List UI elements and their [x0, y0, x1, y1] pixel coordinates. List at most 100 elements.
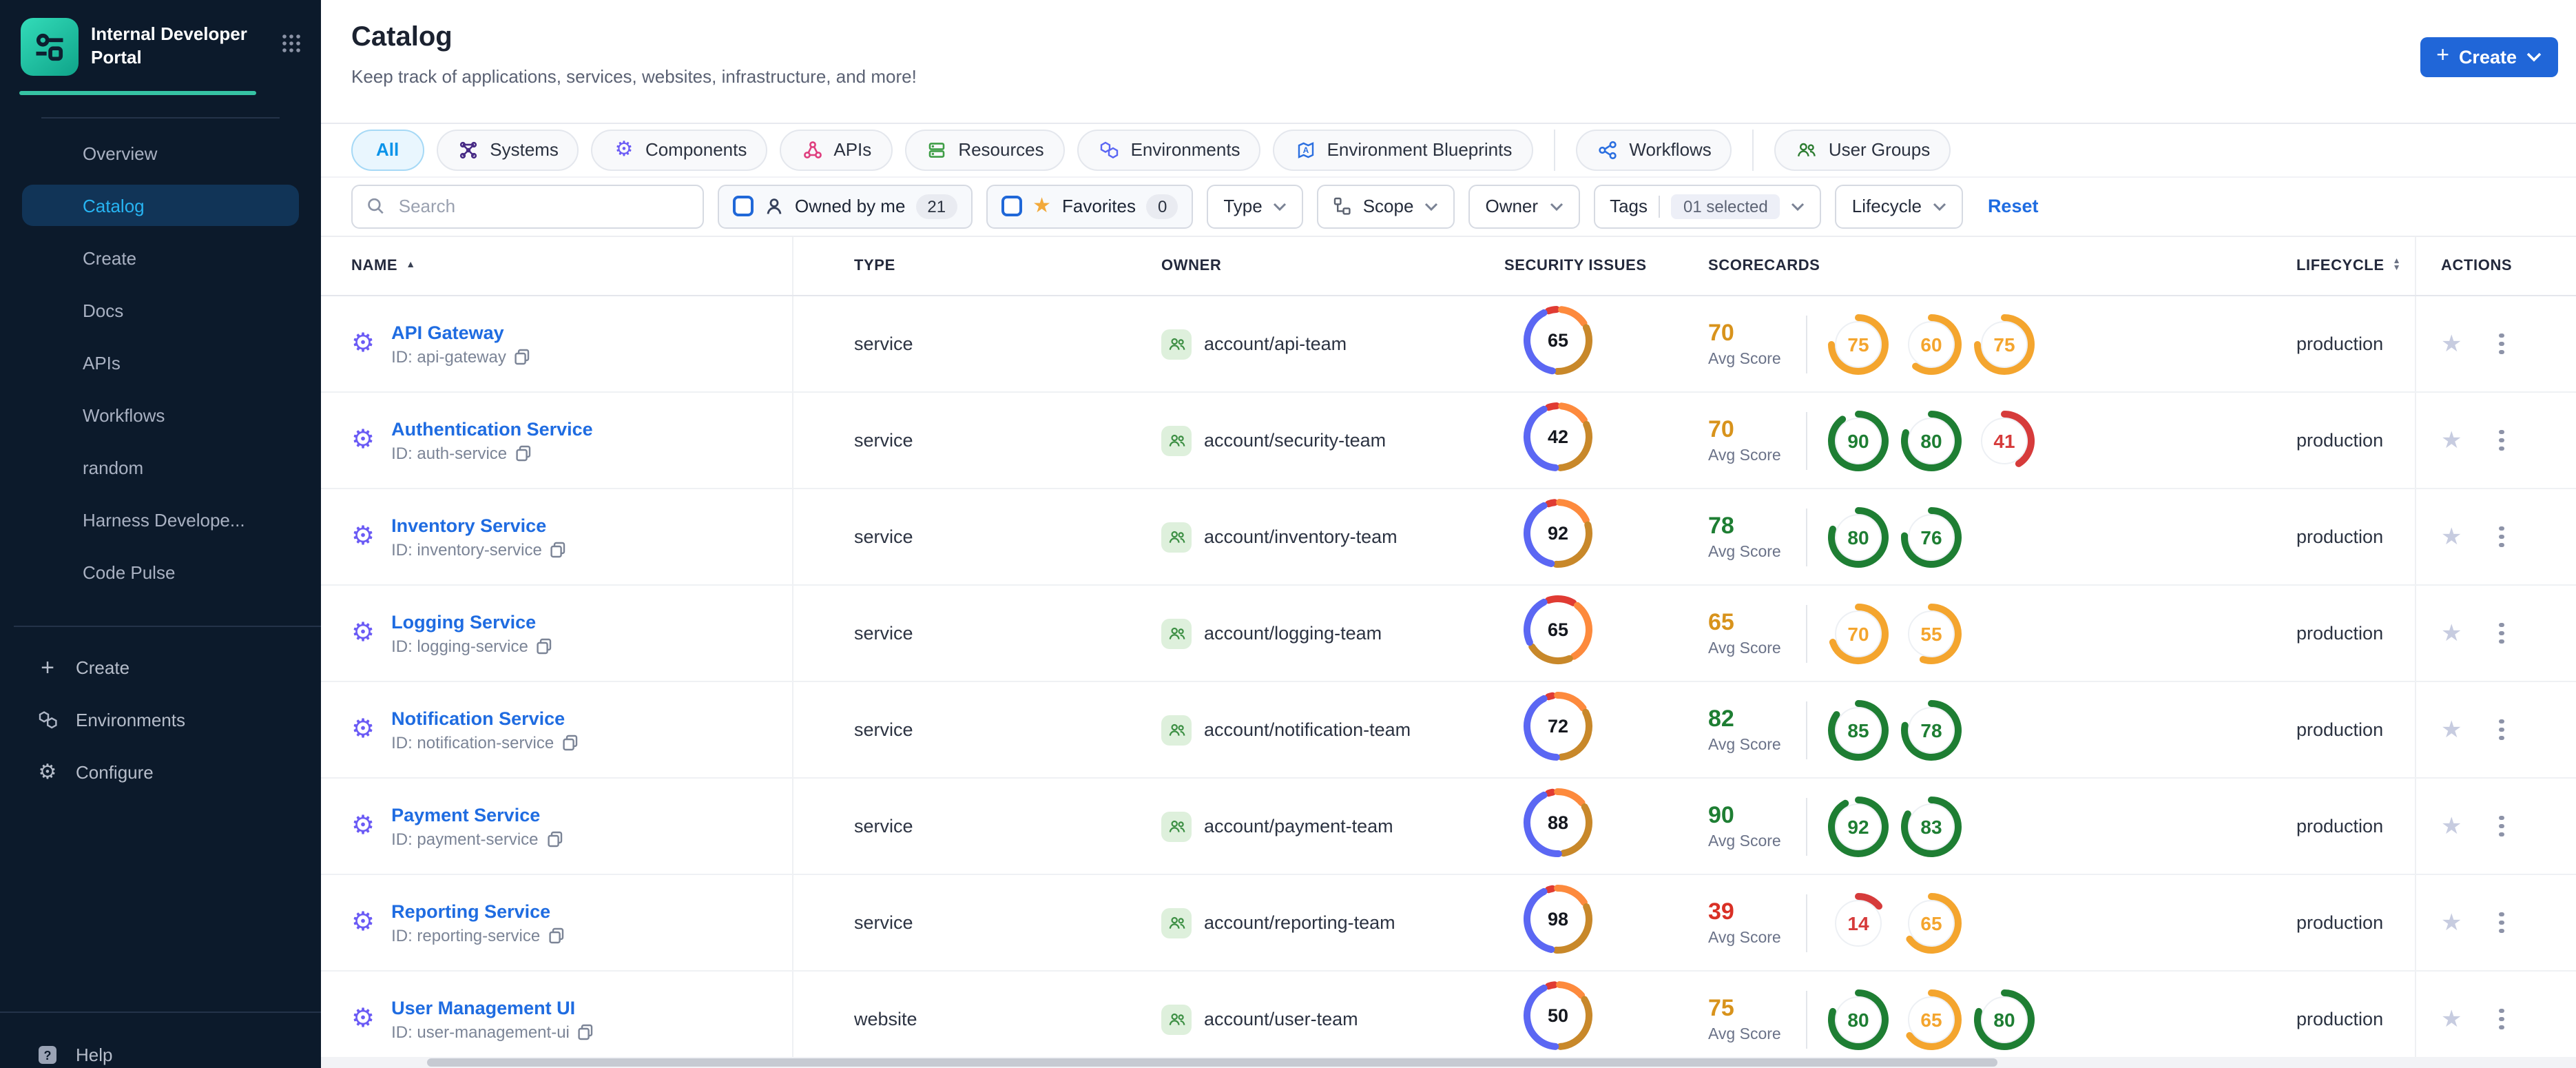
favorite-star-icon[interactable]: ★	[2441, 718, 2462, 741]
kebab-menu-icon[interactable]	[2495, 426, 2509, 455]
owner-name[interactable]: account/logging-team	[1204, 623, 1382, 644]
sidebar-item-docs[interactable]: Docs	[22, 289, 299, 331]
owner-name[interactable]: account/user-team	[1204, 1009, 1358, 1029]
component-gear-icon: ⚙	[351, 426, 375, 455]
entity-name-link[interactable]: Authentication Service	[391, 418, 593, 439]
tab-environment-blueprints[interactable]: A Environment Blueprints	[1273, 129, 1533, 171]
sidebar-item-random[interactable]: random	[22, 446, 299, 488]
entity-name-link[interactable]: Reporting Service	[391, 901, 565, 921]
scorecard-rings: 92 83	[1827, 794, 1963, 858]
tags-filter-dropdown[interactable]: Tags 01 selected	[1593, 184, 1822, 229]
favorite-star-icon[interactable]: ★	[2441, 1007, 2462, 1031]
column-header-lifecycle[interactable]: LIFECYCLE ▲ ▼	[2296, 258, 2415, 274]
favorite-star-icon[interactable]: ★	[2441, 911, 2462, 934]
tab-resources[interactable]: Resources	[904, 129, 1065, 171]
owner-cell: account/api-team	[1161, 329, 1504, 359]
sidebar-item-create[interactable]: Create	[22, 237, 299, 278]
copy-icon[interactable]	[550, 541, 567, 557]
sidebar-item-configure[interactable]: ⚙ Configure	[0, 746, 321, 798]
tab-environments[interactable]: Environments	[1077, 129, 1261, 171]
name-cell: ⚙ Payment Service ID: payment-service	[321, 779, 793, 874]
favorite-star-icon[interactable]: ★	[2441, 622, 2462, 645]
horizontal-scrollbar[interactable]	[321, 1057, 2576, 1068]
sidebar-item-workflows[interactable]: Workflows	[22, 394, 299, 435]
svg-text:65: 65	[1548, 330, 1568, 351]
tab-workflows[interactable]: Workflows	[1575, 129, 1732, 171]
tab-components[interactable]: ⚙ Components	[591, 129, 768, 171]
hexagons-icon	[36, 709, 59, 730]
sidebar-item-overview[interactable]: Overview	[22, 132, 299, 174]
sidebar-item-environments[interactable]: Environments	[0, 693, 321, 746]
sidebar-item-apis[interactable]: APIs	[22, 342, 299, 383]
kebab-menu-icon[interactable]	[2495, 812, 2509, 841]
favorite-star-icon[interactable]: ★	[2441, 332, 2462, 356]
entity-name-link[interactable]: API Gateway	[391, 322, 531, 342]
copy-icon[interactable]	[562, 734, 579, 750]
owner-filter-dropdown[interactable]: Owner	[1468, 184, 1580, 229]
sidebar-item-catalog[interactable]: Catalog	[22, 185, 299, 226]
star-icon: ★	[1032, 194, 1052, 218]
column-header-name[interactable]: NAME ▲	[321, 236, 793, 295]
column-header-type: TYPE	[854, 257, 895, 274]
kebab-menu-icon[interactable]	[2495, 329, 2509, 359]
entity-name-link[interactable]: Payment Service	[391, 804, 563, 825]
apps-grid-icon[interactable]	[281, 33, 302, 61]
lifecycle-cell: production	[2296, 333, 2384, 354]
sort-asc-icon: ▲	[406, 260, 416, 271]
copy-icon[interactable]	[515, 444, 532, 461]
create-button[interactable]: + Create	[2420, 37, 2558, 77]
tab-apis[interactable]: APIs	[780, 129, 893, 171]
owner-name[interactable]: account/payment-team	[1204, 816, 1393, 836]
copy-icon[interactable]	[547, 830, 563, 847]
sidebar-item-create[interactable]: + Create	[0, 641, 321, 693]
owner-name[interactable]: account/security-team	[1204, 430, 1386, 451]
reset-filters-link[interactable]: Reset	[1988, 196, 2039, 217]
kebab-menu-icon[interactable]	[2495, 619, 2509, 648]
owner-name[interactable]: account/reporting-team	[1204, 912, 1395, 933]
copy-icon[interactable]	[537, 637, 553, 654]
resources-icon	[925, 141, 948, 160]
table-row: ⚙ Authentication Service ID: auth-servic…	[321, 393, 2576, 489]
sidebar-item-code-pulse[interactable]: Code Pulse	[22, 551, 299, 593]
owner-name[interactable]: account/inventory-team	[1204, 526, 1398, 547]
type-filter-dropdown[interactable]: Type	[1207, 184, 1304, 229]
app: Internal Developer Portal Overview Catal…	[0, 0, 2576, 1068]
kebab-menu-icon[interactable]	[2495, 522, 2509, 552]
name-cell: ⚙ Logging Service ID: logging-service	[321, 586, 793, 681]
svg-text:41: 41	[1993, 430, 2015, 451]
main-content: Catalog Keep track of applications, serv…	[321, 0, 2576, 1068]
sidebar-item-help[interactable]: ? Help	[0, 1011, 321, 1068]
entity-name-link[interactable]: User Management UI	[391, 997, 594, 1018]
tab-all[interactable]: All	[351, 129, 424, 171]
favorites-filter[interactable]: ★ Favorites 0	[986, 184, 1194, 229]
lifecycle-filter-dropdown[interactable]: Lifecycle	[1835, 184, 1963, 229]
entity-name-link[interactable]: Logging Service	[391, 611, 553, 632]
actions-cell: ★	[2415, 586, 2576, 681]
tab-user-groups[interactable]: User Groups	[1774, 129, 1951, 171]
kebab-menu-icon[interactable]	[2495, 715, 2509, 745]
favorite-star-icon[interactable]: ★	[2441, 525, 2462, 548]
scrollbar-thumb[interactable]	[427, 1058, 1997, 1067]
favorites-checkbox[interactable]	[1001, 196, 1022, 217]
owner-name[interactable]: account/notification-team	[1204, 719, 1411, 740]
copy-icon[interactable]	[548, 927, 565, 943]
sidebar-item-harness-develope[interactable]: Harness Develope...	[22, 499, 299, 540]
favorite-star-icon[interactable]: ★	[2441, 429, 2462, 452]
copy-icon[interactable]	[515, 348, 531, 364]
svg-text:80: 80	[1920, 430, 1942, 451]
security-issues-donut: 88	[1522, 787, 1594, 865]
security-issues-cell: 65	[1504, 594, 1708, 672]
scope-filter-dropdown[interactable]: Scope	[1317, 184, 1455, 229]
svg-text:A: A	[1302, 145, 1309, 155]
owned-by-me-checkbox[interactable]	[733, 196, 754, 217]
entity-name-link[interactable]: Notification Service	[391, 708, 579, 728]
kebab-menu-icon[interactable]	[2495, 908, 2509, 938]
owned-by-me-filter[interactable]: Owned by me 21	[718, 184, 973, 229]
favorite-star-icon[interactable]: ★	[2441, 814, 2462, 838]
copy-icon[interactable]	[578, 1023, 594, 1040]
tab-systems[interactable]: Systems	[436, 129, 579, 171]
search-input[interactable]	[395, 194, 689, 218]
kebab-menu-icon[interactable]	[2495, 1005, 2509, 1034]
owner-name[interactable]: account/api-team	[1204, 333, 1347, 354]
entity-name-link[interactable]: Inventory Service	[391, 515, 567, 535]
